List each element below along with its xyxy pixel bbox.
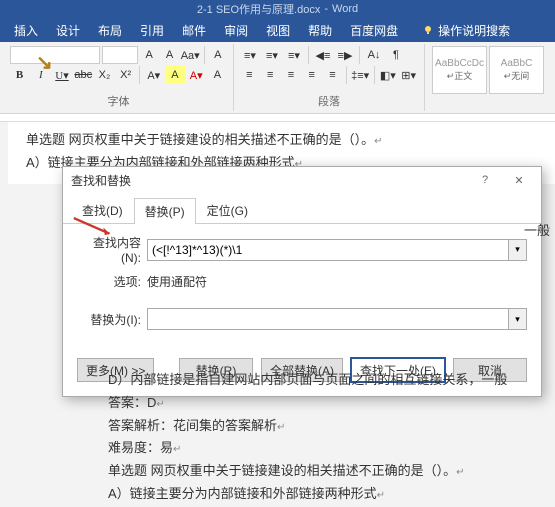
tab-goto[interactable]: 定位(G) [196,197,259,223]
style-normal[interactable]: AaBbCcDc ↵正文 [432,46,487,94]
ribbon-group-styles: AaBbCcDc ↵正文 AaBbC ↵无间 [425,44,551,111]
distribute-button[interactable]: ≡ [323,66,342,84]
replace-dropdown-button[interactable]: ▾ [509,308,527,330]
doc-peek: 一般 [524,220,550,239]
replace-with-input[interactable] [147,308,509,330]
char-shading-button[interactable]: A [208,66,227,84]
find-what-input[interactable] [147,239,509,261]
find-replace-dialog: 查找和替换 ? ✕ 查找(D) 替换(P) 定位(G) 查找内容(N): ▾ 选… [62,166,542,397]
bullets-button[interactable]: ≡▾ [240,46,260,64]
line-spacing-button[interactable]: ‡≡▾ [351,66,370,84]
title-bar: 2-1 SEO作用与原理.docx - Word [0,0,555,18]
doc-line: 单选题 网页权重中关于链接建设的相关描述不正确的是（）。 [108,461,547,482]
tab-find[interactable]: 查找(D) [71,197,134,223]
annotation-arrow-icon [36,50,60,74]
tab-design[interactable]: 设计 [48,19,88,42]
superscript-button[interactable]: X² [116,66,135,84]
menu-bar: 插入 设计 布局 引用 邮件 审阅 视图 帮助 百度网盘 操作说明搜索 [0,18,555,42]
borders-button[interactable]: ⊞▾ [399,66,418,84]
document-title: 2-1 SEO作用与原理.docx [197,1,320,17]
doc-line: 单选题 网页权重中关于链接建设的相关描述不正确的是（）。 [26,130,537,151]
ribbon-group-paragraph: ≡▾ ≡▾ ≡▾ ◀≡ ≡▶ A↓ ¶ ≡ ≡ ≡ ≡ ≡ ‡≡▾ ◧▾ ⊞▾ … [234,44,425,111]
tab-review[interactable]: 审阅 [216,19,256,42]
document-body-lower[interactable]: D）内部链接是指自建网站内部页面与页面之间的相互链接关系，一般 答案：D 答案解… [108,370,547,507]
ribbon-paragraph-label: 段落 [240,93,418,109]
ribbon: A A Aa▾ A B I U▾ abc X₂ X² A▾ A A▾ A 字体 … [0,42,555,114]
ribbon-font-label: 字体 [10,93,227,109]
doc-line: 答案解析：花间集的答案解析 [108,416,547,437]
app-name: Word [332,3,358,15]
find-dropdown-button[interactable]: ▾ [509,239,527,261]
options-value: 使用通配符 [147,273,207,290]
decrease-indent-button[interactable]: ◀≡ [313,46,333,64]
tab-view[interactable]: 视图 [258,19,298,42]
shrink-font-button[interactable]: A [160,46,178,64]
tell-me-search[interactable]: 操作说明搜索 [414,19,518,42]
shading-button[interactable]: ◧▾ [378,66,397,84]
align-right-button[interactable]: ≡ [282,66,301,84]
tab-baidu-netdisk[interactable]: 百度网盘 [342,19,406,42]
align-left-button[interactable]: ≡ [240,66,259,84]
find-what-label: 查找内容(N): [77,234,147,265]
sort-button[interactable]: A↓ [364,46,384,64]
highlight-button[interactable]: A [165,66,184,84]
dialog-title: 查找和替换 [71,172,131,189]
options-label: 选项: [77,273,147,290]
bold-button[interactable]: B [10,66,29,84]
strikethrough-button[interactable]: abc [74,66,93,84]
doc-line: 难易度：易 [108,438,547,459]
replace-with-label: 替换为(I): [77,311,147,328]
doc-line: 答案：D [108,393,547,414]
grow-font-button[interactable]: A [140,46,158,64]
tab-layout[interactable]: 布局 [90,19,130,42]
doc-line: A）链接主要分为内部链接和外部链接两种形式 [108,484,547,505]
show-marks-button[interactable]: ¶ [386,46,406,64]
dialog-titlebar[interactable]: 查找和替换 ? ✕ [63,167,541,193]
ruler[interactable] [0,114,555,122]
tab-replace[interactable]: 替换(P) [134,198,196,224]
tab-mailings[interactable]: 邮件 [174,19,214,42]
close-button[interactable]: ✕ [505,170,533,190]
phonetic-guide-button[interactable]: A [209,46,227,64]
doc-line: D）内部链接是指自建网站内部页面与页面之间的相互链接关系，一般 [108,370,547,391]
lightbulb-icon [422,24,434,36]
subscript-button[interactable]: X₂ [95,66,114,84]
change-case-button[interactable]: Aa▾ [181,46,200,64]
style-no-spacing[interactable]: AaBbC ↵无间 [489,46,544,94]
font-color-button[interactable]: A▾ [187,66,206,84]
align-center-button[interactable]: ≡ [261,66,280,84]
justify-button[interactable]: ≡ [302,66,321,84]
tab-insert[interactable]: 插入 [6,19,46,42]
font-size-input[interactable] [102,46,138,64]
text-effects-button[interactable]: A▾ [144,66,163,84]
tab-references[interactable]: 引用 [132,19,172,42]
dialog-tabs: 查找(D) 替换(P) 定位(G) [63,197,541,224]
numbering-button[interactable]: ≡▾ [262,46,282,64]
multilevel-button[interactable]: ≡▾ [284,46,304,64]
tab-help[interactable]: 帮助 [300,19,340,42]
help-button[interactable]: ? [471,170,499,190]
increase-indent-button[interactable]: ≡▶ [335,46,355,64]
